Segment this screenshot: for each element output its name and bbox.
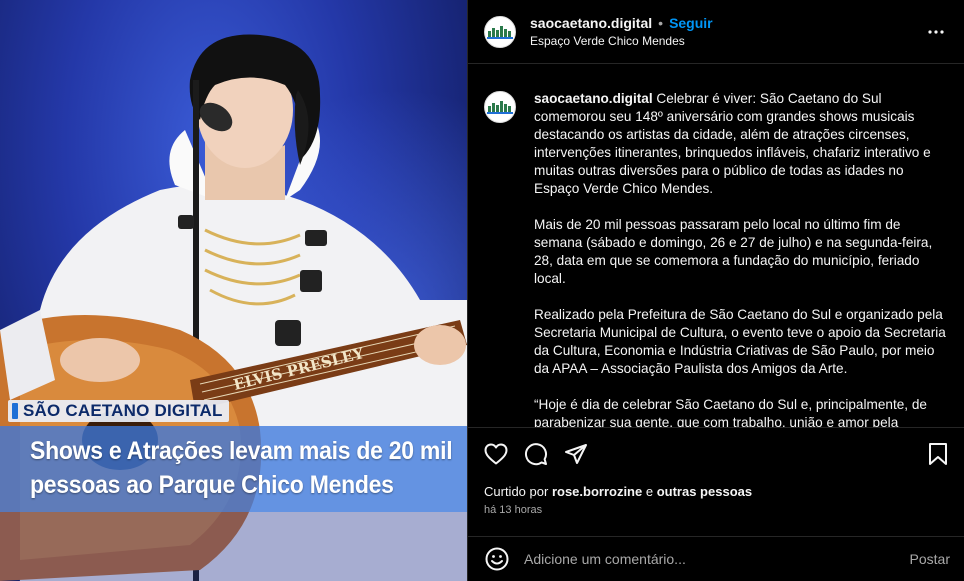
comment-input[interactable]: [524, 551, 910, 567]
share-icon[interactable]: [562, 440, 590, 468]
heart-icon[interactable]: [482, 440, 510, 468]
caption-paragraph-2: Mais de 20 mil pessoas passaram pelo loc…: [534, 217, 933, 286]
post-details-panel: saocaetano.digital • Seguir Espaço Verde…: [467, 0, 964, 581]
caption-text: saocaetano.digital Celebrar é viver: São…: [534, 90, 950, 427]
post-image[interactable]: ELVIS PRESLEY SÃO CAETANO DIGITAL Shows …: [0, 0, 467, 581]
comment-icon[interactable]: [522, 440, 550, 468]
action-icons: [468, 428, 964, 480]
headline-line-1: Shows e Atrações levam mais de 20 mil: [30, 437, 453, 465]
caption-paragraph-4: “Hoje é dia de celebrar São Caetano do S…: [534, 397, 927, 427]
header-line: saocaetano.digital • Seguir: [530, 15, 924, 31]
brand-bar-icon: [12, 403, 18, 419]
image-headline: Shows e Atrações levam mais de 20 mil pe…: [0, 426, 467, 512]
headline-line-2: pessoas ao Parque Chico Mendes: [30, 471, 394, 499]
caption-text-1: Celebrar é viver: São Caetano do Sul com…: [534, 91, 931, 196]
caption-paragraph-3: Realizado pela Prefeitura de São Caetano…: [534, 307, 946, 376]
emoji-icon[interactable]: [484, 546, 510, 572]
post-timestamp[interactable]: há 13 horas: [468, 499, 964, 516]
bookmark-icon[interactable]: [924, 440, 952, 468]
post-header: saocaetano.digital • Seguir Espaço Verde…: [468, 0, 964, 64]
profile-avatar[interactable]: [484, 15, 516, 48]
more-horizontal-icon[interactable]: [924, 20, 948, 44]
comment-bar: Postar: [468, 536, 964, 581]
caption-username[interactable]: saocaetano.digital: [534, 91, 653, 106]
liked-by-line: Curtido por rose.borrozine e outras pess…: [468, 480, 964, 499]
skyline-logo-icon: [487, 25, 513, 39]
liked-by-prefix: Curtido por: [484, 484, 549, 499]
separator-dot: •: [658, 15, 664, 31]
location-link[interactable]: Espaço Verde Chico Mendes: [530, 34, 924, 48]
caption-paragraph-1: saocaetano.digital Celebrar é viver: São…: [534, 90, 950, 198]
brand-logo-strip: SÃO CAETANO DIGITAL: [8, 400, 229, 422]
actions-section: Curtido por rose.borrozine e outras pess…: [468, 427, 964, 516]
follow-button[interactable]: Seguir: [669, 15, 713, 31]
caption-section: saocaetano.digital Celebrar é viver: São…: [468, 65, 964, 427]
header-text: saocaetano.digital • Seguir Espaço Verde…: [530, 15, 924, 48]
instagram-post: ELVIS PRESLEY SÃO CAETANO DIGITAL Shows …: [0, 0, 964, 581]
caption-avatar[interactable]: [484, 91, 516, 123]
post-comment-button[interactable]: Postar: [910, 551, 950, 567]
liked-by-others[interactable]: outras pessoas: [657, 484, 752, 499]
skyline-logo-icon: [487, 101, 513, 114]
liked-by-conj: e: [645, 484, 654, 499]
liked-by-user[interactable]: rose.borrozine: [552, 484, 642, 499]
brand-name: SÃO CAETANO DIGITAL: [23, 401, 223, 420]
header-username[interactable]: saocaetano.digital: [530, 15, 652, 31]
